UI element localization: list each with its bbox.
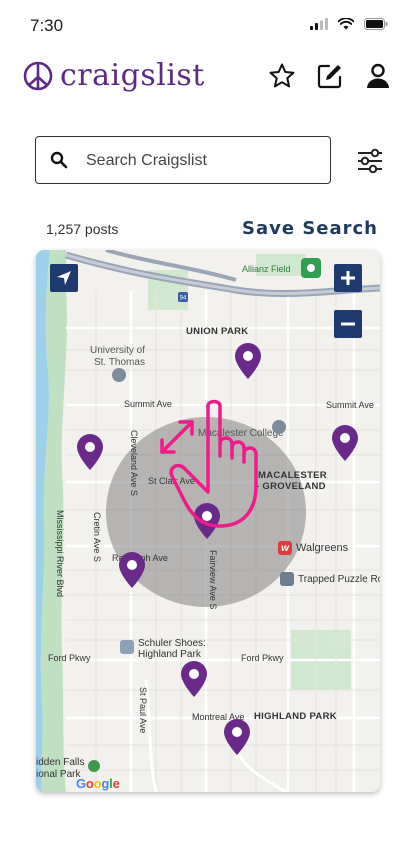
pinch-gesture-icon bbox=[160, 399, 258, 528]
place-walgreens[interactable]: w Walgreens bbox=[278, 541, 348, 555]
map-label: Trapped Puzzle Ro bbox=[298, 573, 380, 585]
peace-icon bbox=[23, 61, 53, 90]
stadium-icon bbox=[301, 258, 321, 278]
listing-pin[interactable] bbox=[77, 434, 103, 470]
map-label: Ford Pkwy bbox=[241, 653, 284, 663]
listing-pin[interactable] bbox=[332, 425, 358, 461]
header-actions bbox=[268, 62, 392, 90]
map-label: St Paul Ave bbox=[138, 687, 148, 734]
map-label: Fairview Ave S bbox=[208, 550, 218, 610]
map-label: Allianz Field bbox=[242, 264, 291, 274]
app-header: craigslist bbox=[0, 56, 414, 100]
school-icon bbox=[112, 368, 126, 382]
attraction-icon bbox=[280, 572, 294, 586]
posts-count: 1,257 posts bbox=[46, 221, 119, 237]
logo-text: craigslist bbox=[60, 58, 205, 93]
map-label: HIGHLAND PARK bbox=[254, 711, 337, 722]
map-label: Summit Ave bbox=[326, 400, 374, 410]
map-label: Highland Park bbox=[138, 649, 201, 660]
map-label: Schuler Shoes: bbox=[138, 638, 206, 649]
shop-icon bbox=[120, 640, 134, 654]
map-label: St. Thomas bbox=[94, 357, 145, 368]
edit-icon[interactable] bbox=[316, 62, 344, 90]
map-label: ional Park bbox=[36, 769, 81, 780]
map-label: Mississippi River Blvd bbox=[55, 510, 65, 598]
listing-pin[interactable] bbox=[224, 719, 250, 755]
map-label: University of bbox=[90, 345, 146, 356]
zoom-out-button[interactable] bbox=[334, 310, 362, 338]
listing-pin[interactable] bbox=[235, 343, 261, 379]
filter-icon[interactable] bbox=[355, 146, 385, 176]
interstate-shield-icon: 94 bbox=[178, 292, 188, 302]
signal-icon bbox=[310, 18, 328, 30]
status-icons bbox=[310, 18, 388, 30]
map-label: Cleveland Ave S bbox=[129, 430, 139, 496]
map-label: Walgreens bbox=[296, 542, 349, 554]
map-view[interactable]: Allianz Field UNION PARK University of S… bbox=[36, 250, 380, 792]
status-bar: 7:30 bbox=[0, 0, 414, 50]
place-label: Schuler Shoes: Highland Park bbox=[138, 638, 206, 660]
map-label: idden Falls bbox=[36, 757, 85, 768]
place-trapped-puzzle[interactable]: Trapped Puzzle Ro bbox=[280, 572, 380, 586]
results-row: 1,257 posts Save Search bbox=[46, 218, 386, 242]
park-icon bbox=[88, 760, 100, 772]
locate-button[interactable] bbox=[50, 264, 78, 292]
logo[interactable]: craigslist bbox=[22, 58, 205, 93]
map-label: Cretin Ave S bbox=[92, 512, 102, 562]
zoom-in-button[interactable] bbox=[334, 264, 362, 292]
user-icon[interactable] bbox=[364, 62, 392, 90]
battery-icon bbox=[364, 18, 388, 30]
google-logo: Google bbox=[76, 776, 120, 791]
save-search-button[interactable]: Save Search bbox=[242, 218, 378, 239]
listing-pin[interactable] bbox=[119, 552, 145, 588]
search-row bbox=[35, 136, 385, 184]
map-label: Ford Pkwy bbox=[48, 653, 91, 663]
wifi-icon bbox=[338, 18, 354, 30]
minus-icon bbox=[341, 322, 355, 326]
navigation-icon bbox=[57, 271, 71, 285]
search-icon bbox=[50, 151, 68, 169]
status-time: 7:30 bbox=[30, 16, 64, 35]
star-icon[interactable] bbox=[268, 62, 296, 90]
svg-text:94: 94 bbox=[180, 296, 187, 302]
plus-icon bbox=[341, 271, 355, 285]
search-input[interactable] bbox=[86, 149, 316, 173]
map-label: UNION PARK bbox=[186, 326, 249, 337]
pharmacy-icon: w bbox=[278, 541, 292, 555]
search-box[interactable] bbox=[35, 136, 331, 184]
place-schuler-shoes[interactable]: Schuler Shoes: Highland Park bbox=[120, 638, 206, 660]
listing-pin[interactable] bbox=[181, 661, 207, 697]
